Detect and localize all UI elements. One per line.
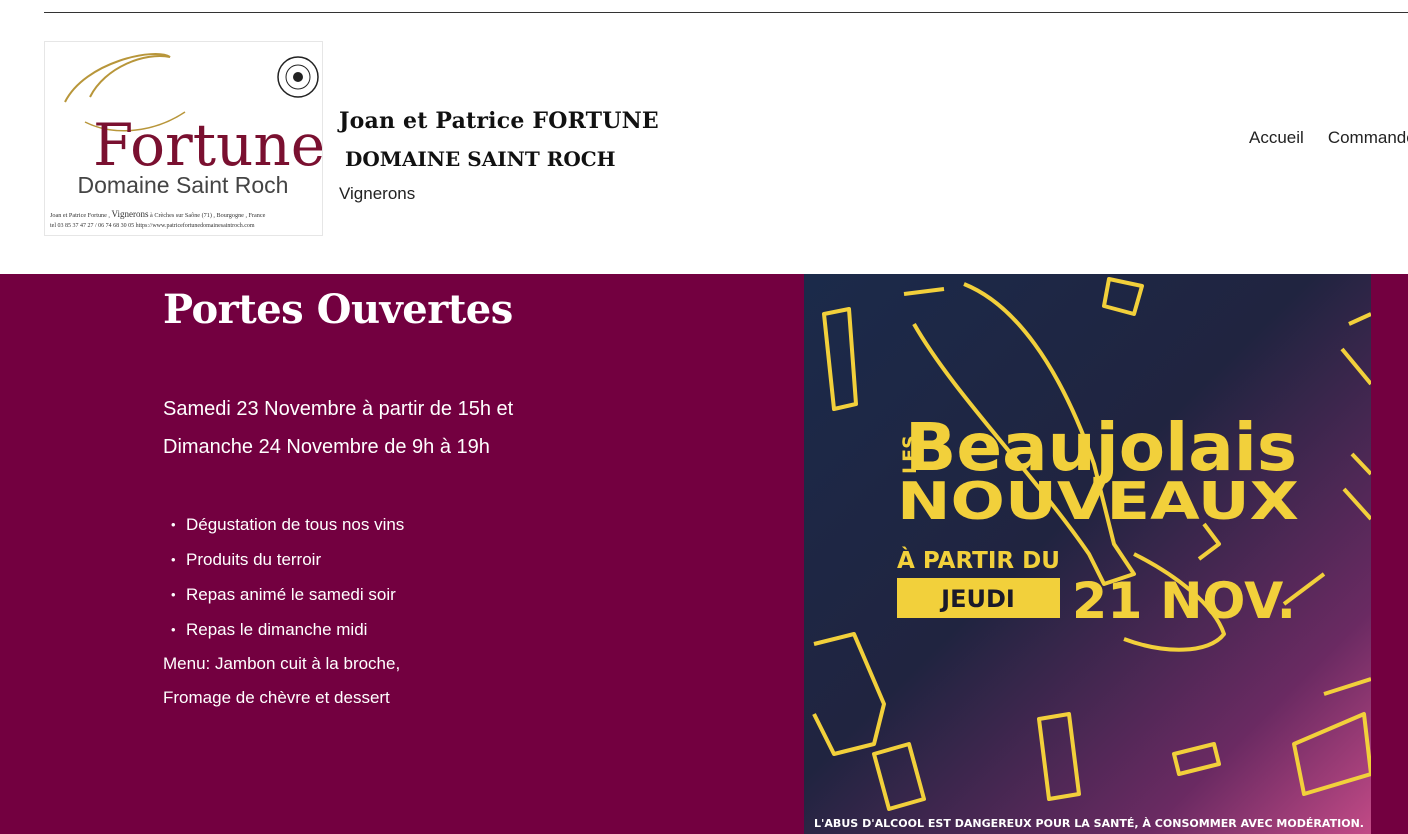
list-item: Dégustation de tous nos vins xyxy=(163,507,404,542)
nav-item-accueil[interactable]: Accueil xyxy=(1249,128,1304,148)
seal-center-icon xyxy=(293,72,303,82)
logo-wordmark: Fortune xyxy=(93,111,322,179)
nav-item-commande[interactable]: Commande xyxy=(1328,128,1408,148)
menu-line: Menu: Jambon cuit à la broche, xyxy=(163,654,401,673)
header-divider xyxy=(44,12,1408,13)
menu-line: Fromage de chèvre et dessert xyxy=(163,688,390,707)
poster-date: 21 NOV. xyxy=(1072,572,1296,630)
site-tagline: Vignerons xyxy=(339,184,416,203)
list-item: Repas le dimanche midi xyxy=(163,612,404,647)
event-date-line: Samedi 23 Novembre à partir de 15h et xyxy=(163,398,514,420)
logo-flourish xyxy=(64,53,171,103)
hero-title: Portes Ouvertes xyxy=(163,286,513,333)
main-nav: Accueil Commande xyxy=(1249,128,1408,148)
beaujolais-poster[interactable]: LES Beaujolais NOUVEAUX À PARTIR DU JEUD… xyxy=(804,274,1371,834)
logo[interactable]: Fortune Domaine Saint Roch Joan et Patri… xyxy=(44,41,323,236)
event-date-line: Dimanche 24 Novembre de 9h à 19h xyxy=(163,436,490,458)
poster-nouveaux: NOUVEAUX xyxy=(897,472,1299,532)
site-title: Joan et Patrice FORTUNE xyxy=(339,108,659,134)
event-dates: Samedi 23 Novembre à partir de 15h et Di… xyxy=(163,390,513,466)
list-item: Repas animé le samedi soir xyxy=(163,577,404,612)
poster-disclaimer: L'ABUS D'ALCOOL EST DANGEREUX POUR LA SA… xyxy=(814,817,1364,830)
logo-subtitle: Domaine Saint Roch xyxy=(78,172,289,198)
poster-a-partir-du: À PARTIR DU xyxy=(897,546,1060,574)
menu-text: Menu: Jambon cuit à la broche, Fromage d… xyxy=(163,647,400,715)
hero-section: Portes Ouvertes Samedi 23 Novembre à par… xyxy=(0,274,1408,834)
poster-jeudi: JEUDI xyxy=(939,585,1015,613)
logo-contact-line2: tel 03 85 37 47 27 / 06 74 68 30 05 http… xyxy=(50,222,255,229)
logo-contact-line1: Joan et Patrice Fortune , Vignerons à Cr… xyxy=(50,209,266,219)
list-item: Produits du terroir xyxy=(163,542,404,577)
site-title-domain: DOMAINE SAINT ROCH xyxy=(345,147,616,171)
activities-list: Dégustation de tous nos vins Produits du… xyxy=(163,507,404,647)
